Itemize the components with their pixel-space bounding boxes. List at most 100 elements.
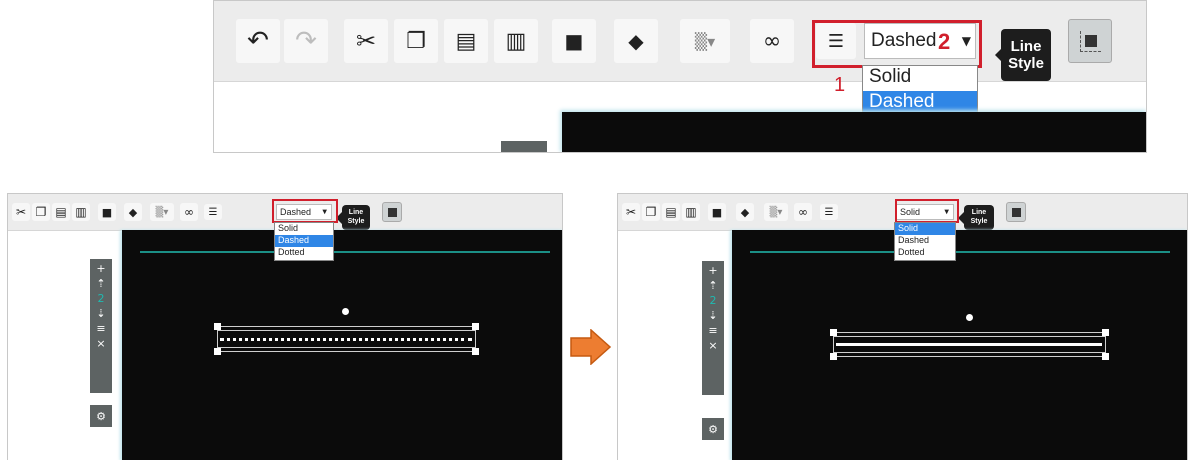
paste-button[interactable]: ▤: [444, 19, 488, 63]
cut-icon: ✂: [355, 27, 377, 55]
delete-icon: ▥: [505, 28, 527, 54]
copy-button[interactable]: ❐: [642, 203, 660, 221]
pattern-icon: ▒▾: [694, 31, 716, 51]
line-style-icon: ☰: [824, 206, 834, 218]
settings-button[interactable]: ⚙: [90, 405, 112, 427]
selection-border-top: [217, 326, 475, 327]
paste-button[interactable]: ▤: [662, 203, 680, 221]
border-icon: [1011, 207, 1021, 217]
border-icon: [387, 207, 397, 217]
gear-icon: ⚙: [708, 422, 718, 436]
rotation-handle: [966, 314, 973, 321]
paste-icon: ▤: [55, 205, 67, 219]
option-dashed[interactable]: Dashed: [895, 235, 955, 247]
resize-handle[interactable]: [472, 348, 479, 355]
tooltip-line2: Style: [1008, 55, 1044, 72]
resize-handle[interactable]: [214, 323, 221, 330]
cut-button[interactable]: ✂: [344, 19, 388, 63]
border-button[interactable]: [1068, 19, 1112, 63]
settings-button[interactable]: ⚙: [702, 418, 724, 440]
link-icon: ∞: [762, 28, 782, 54]
tooltip-line2: Style: [970, 217, 988, 225]
lock-button[interactable]: ■: [552, 19, 596, 63]
solid-line-shape[interactable]: [836, 343, 1102, 346]
option-dotted[interactable]: Dotted: [895, 247, 955, 259]
pattern-icon: ▒▾: [155, 206, 169, 218]
layers-icon[interactable]: ≡: [96, 321, 105, 336]
pattern-button[interactable]: ▒▾: [680, 19, 730, 63]
side-panel-stub: [501, 141, 547, 152]
tooltip-line2: Style: [347, 217, 365, 225]
fill-color-icon: ◆: [740, 205, 750, 219]
pattern-button[interactable]: ▒▾: [764, 203, 788, 221]
tooltip-line1: Line: [348, 209, 364, 217]
delete-button[interactable]: ▥: [72, 203, 90, 221]
resize-handle[interactable]: [472, 323, 479, 330]
lock-button[interactable]: ■: [98, 203, 116, 221]
dashed-line-shape[interactable]: [220, 338, 472, 341]
line-style-button[interactable]: ☰: [820, 204, 838, 220]
pattern-button[interactable]: ▒▾: [150, 203, 174, 221]
selection-border-bottom: [217, 347, 475, 348]
copy-button[interactable]: ❐: [394, 19, 438, 63]
line-style-button[interactable]: ☰: [204, 204, 222, 220]
delete-button[interactable]: ▥: [682, 203, 700, 221]
border-button[interactable]: [1006, 202, 1026, 222]
border-button[interactable]: [382, 202, 402, 222]
delete-button[interactable]: ▥: [494, 19, 538, 63]
line-style-tooltip: Line Style: [1001, 29, 1051, 81]
redo-button[interactable]: ↷: [284, 19, 328, 63]
send-backward-icon[interactable]: ⇣: [708, 308, 717, 323]
link-button[interactable]: ∞: [180, 203, 198, 221]
after-screenshot: ✂ ❐ ▤ ▥ ■ ◆ ▒▾ ∞ ☰ Solid ▼ Line Style + …: [617, 193, 1188, 460]
cut-button[interactable]: ✂: [622, 203, 640, 221]
selection-border-top: [833, 332, 1105, 333]
option-solid[interactable]: Solid: [275, 223, 333, 235]
fill-color-icon: ◆: [628, 29, 644, 53]
lock-button[interactable]: ■: [708, 203, 726, 221]
resize-handle[interactable]: [214, 348, 221, 355]
transition-arrow: [570, 329, 612, 365]
add-icon[interactable]: +: [96, 261, 105, 276]
bring-forward-icon[interactable]: ⇡: [96, 276, 105, 291]
undo-button[interactable]: ↶: [236, 19, 280, 63]
close-icon[interactable]: ×: [708, 338, 717, 353]
line-style-tooltip: Line Style: [964, 205, 994, 230]
copy-button[interactable]: ❐: [32, 203, 50, 221]
before-screenshot: ✂ ❐ ▤ ▥ ■ ◆ ▒▾ ∞ ☰ Dashed ▼ Line Style +…: [7, 193, 563, 460]
fill-color-button[interactable]: ◆: [614, 19, 658, 63]
resize-handle[interactable]: [830, 329, 837, 336]
resize-handle[interactable]: [1102, 353, 1109, 360]
link-button[interactable]: ∞: [794, 203, 812, 221]
selection-border-top-inner: [833, 336, 1105, 337]
option-solid[interactable]: Solid: [863, 66, 977, 91]
bring-forward-icon[interactable]: ⇡: [708, 278, 717, 293]
fill-color-button[interactable]: ◆: [736, 203, 754, 221]
layers-icon[interactable]: ≡: [708, 323, 717, 338]
selection-border-bottom-inner: [217, 351, 475, 352]
page-number: 2: [97, 292, 105, 305]
teal-guide-line: [750, 251, 1170, 253]
option-dotted[interactable]: Dotted: [275, 247, 333, 259]
resize-handle[interactable]: [1102, 329, 1109, 336]
link-icon: ∞: [184, 205, 194, 219]
tooltip-line1: Line: [971, 209, 987, 217]
option-solid[interactable]: Solid: [895, 223, 955, 235]
fill-color-icon: ◆: [128, 205, 138, 219]
close-icon[interactable]: ×: [96, 336, 105, 351]
zoomed-toolbar-panel: ↶ ↷ ✂ ❐ ▤ ▥ ■ ◆ ▒▾ ∞ ☰ Dashed ▼ Line Sty…: [213, 0, 1147, 153]
cut-icon: ✂: [625, 205, 637, 219]
delete-icon: ▥: [75, 205, 87, 219]
link-button[interactable]: ∞: [750, 19, 794, 63]
option-dashed[interactable]: Dashed: [275, 235, 333, 247]
send-backward-icon[interactable]: ⇣: [96, 306, 105, 321]
selection-border-bottom: [833, 352, 1105, 353]
add-icon[interactable]: +: [708, 263, 717, 278]
resize-handle[interactable]: [830, 353, 837, 360]
paste-button[interactable]: ▤: [52, 203, 70, 221]
cut-button[interactable]: ✂: [12, 203, 30, 221]
selection-border-top-inner: [217, 330, 475, 331]
fill-color-button[interactable]: ◆: [124, 203, 142, 221]
redo-icon: ↷: [295, 26, 317, 56]
lock-icon: ■: [564, 29, 584, 53]
